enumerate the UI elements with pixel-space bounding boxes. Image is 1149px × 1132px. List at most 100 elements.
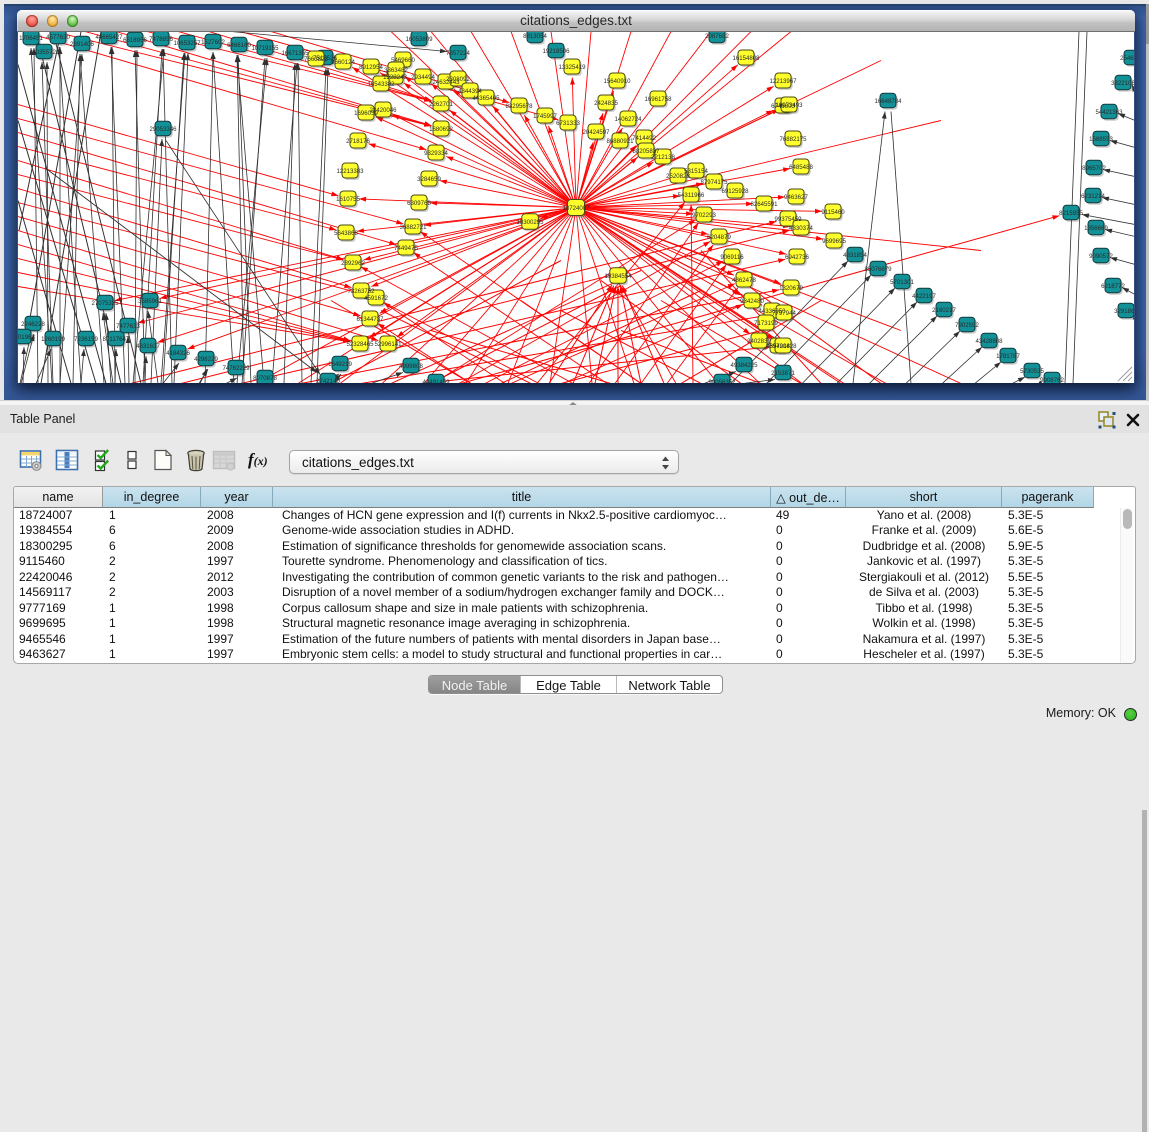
svg-text:76882175: 76882175 — [779, 136, 807, 143]
svg-text:5643866: 5643866 — [334, 230, 358, 237]
svg-text:8912954: 8912954 — [359, 64, 383, 71]
svg-text:7902592: 7902592 — [955, 322, 979, 329]
svg-text:4862478: 4862478 — [732, 277, 756, 284]
svg-text:18724007: 18724007 — [562, 205, 590, 212]
svg-text:36882721: 36882721 — [399, 224, 427, 231]
svg-text:4591672: 4591672 — [364, 295, 388, 302]
svg-text:6466160: 6466160 — [227, 42, 251, 49]
svg-text:73263752: 73263752 — [347, 288, 375, 295]
svg-text:35490428: 35490428 — [769, 343, 797, 350]
svg-text:4422197: 4422197 — [912, 293, 936, 300]
svg-text:9908762: 9908762 — [1040, 377, 1064, 384]
svg-text:7236159: 7236159 — [74, 336, 98, 343]
svg-text:5315154: 5315154 — [684, 168, 708, 175]
svg-text:4344394: 4344394 — [458, 88, 482, 95]
svg-text:8215955: 8215955 — [1059, 210, 1083, 217]
svg-text:9329334: 9329334 — [424, 150, 448, 157]
svg-text:87974175: 87974175 — [700, 179, 728, 186]
svg-text:4184326: 4184326 — [166, 350, 190, 357]
svg-text:54311966: 54311966 — [678, 192, 705, 199]
svg-text:2087682: 2087682 — [705, 33, 729, 40]
svg-text:1528243: 1528243 — [383, 74, 407, 81]
svg-text:3585961: 3585961 — [138, 298, 162, 305]
svg-text:69125928: 69125928 — [721, 188, 749, 195]
svg-text:74762229: 74762229 — [222, 365, 250, 372]
svg-text:14062724: 14062724 — [614, 116, 642, 123]
svg-text:16961758: 16961758 — [644, 96, 672, 103]
svg-text:43428808: 43428808 — [975, 338, 1003, 345]
svg-text:1781787: 1781787 — [996, 353, 1020, 360]
svg-text:7414492: 7414492 — [632, 135, 656, 142]
svg-text:20424597: 20424597 — [582, 129, 610, 136]
svg-text:27075325: 27075325 — [91, 300, 119, 307]
svg-text:3363482: 3363482 — [384, 67, 408, 74]
svg-text:6309768: 6309768 — [407, 200, 431, 207]
svg-text:6231214: 6231214 — [1081, 193, 1105, 200]
svg-text:3284659: 3284659 — [417, 176, 441, 183]
svg-text:90056352: 90056352 — [708, 379, 736, 384]
svg-text:9069116: 9069116 — [720, 254, 744, 261]
svg-text:10653257: 10653257 — [173, 40, 201, 47]
svg-text:2718176: 2718176 — [346, 138, 370, 145]
svg-text:6485488: 6485488 — [789, 164, 813, 171]
svg-text:44491459: 44491459 — [422, 379, 450, 384]
svg-text:1260199: 1260199 — [41, 336, 65, 343]
svg-text:8660124: 8660124 — [331, 59, 355, 66]
svg-text:9342480: 9342480 — [740, 298, 764, 305]
svg-text:1680692: 1680692 — [429, 126, 453, 133]
svg-text:2246228: 2246228 — [21, 321, 45, 328]
svg-text:85076879: 85076879 — [864, 266, 892, 273]
svg-text:16154808: 16154808 — [732, 55, 760, 62]
svg-text:6942736: 6942736 — [785, 254, 809, 261]
svg-text:7449475: 7449475 — [394, 245, 418, 252]
svg-text:4577630: 4577630 — [46, 34, 70, 41]
svg-text:6218772: 6218772 — [1101, 283, 1125, 290]
svg-text:1588553: 1588553 — [1089, 136, 1113, 143]
svg-text:83295678: 83295678 — [505, 103, 533, 110]
svg-text:1706451: 1706451 — [19, 35, 43, 42]
svg-text:9702293: 9702293 — [692, 212, 716, 219]
svg-text:4330374: 4330374 — [789, 225, 813, 232]
svg-text:12213967: 12213967 — [769, 78, 797, 85]
svg-text:1320679: 1320679 — [779, 285, 803, 292]
svg-text:16648784: 16648784 — [874, 98, 902, 105]
svg-text:1527602: 1527602 — [201, 39, 225, 46]
svg-text:7478856: 7478856 — [149, 36, 173, 43]
svg-text:7797944: 7797944 — [772, 310, 796, 317]
svg-text:10719155: 10719155 — [251, 45, 279, 52]
svg-text:6731333: 6731333 — [556, 120, 580, 127]
svg-text:7357224: 7357224 — [446, 50, 470, 57]
svg-text:4501963: 4501963 — [18, 334, 35, 341]
svg-text:4298229: 4298229 — [194, 356, 218, 363]
svg-text:1356669: 1356669 — [1084, 225, 1108, 232]
svg-text:19384554: 19384554 — [604, 273, 632, 280]
svg-text:13325419: 13325419 — [558, 64, 586, 71]
svg-text:2742140: 2742140 — [316, 378, 340, 384]
svg-text:44665427: 44665427 — [95, 34, 123, 41]
svg-text:99375459: 99375459 — [774, 216, 802, 223]
svg-text:5701301: 5701301 — [890, 279, 914, 286]
svg-text:3291865: 3291865 — [1114, 308, 1135, 315]
svg-text:2212138: 2212138 — [651, 154, 675, 161]
svg-text:49384225: 49384225 — [730, 362, 758, 369]
svg-text:16543382: 16543382 — [367, 81, 395, 88]
svg-text:7477633: 7477633 — [116, 323, 140, 330]
svg-text:8813054: 8813054 — [523, 33, 547, 40]
svg-text:4831637: 4831637 — [136, 343, 160, 350]
svg-text:6204879: 6204879 — [707, 234, 731, 241]
svg-text:5730535: 5730535 — [1020, 368, 1044, 375]
svg-text:9699695: 9699695 — [822, 238, 846, 245]
svg-text:15640910: 15640910 — [603, 78, 631, 85]
svg-text:61344737: 61344737 — [356, 316, 384, 323]
svg-text:5469660: 5469660 — [391, 57, 415, 64]
svg-text:9115460: 9115460 — [821, 209, 845, 216]
svg-text:2160217: 2160217 — [932, 307, 956, 314]
svg-text:7173199: 7173199 — [754, 320, 778, 327]
svg-text:82645591: 82645591 — [750, 201, 778, 208]
svg-text:9090572: 9090572 — [1089, 253, 1113, 260]
svg-text:54421363: 54421363 — [1095, 109, 1123, 116]
svg-text:2035572: 2035572 — [32, 49, 56, 56]
svg-text:16053809: 16053809 — [405, 36, 433, 43]
svg-text:6518956: 6518956 — [123, 37, 147, 44]
svg-text:8070878: 8070878 — [253, 375, 277, 382]
